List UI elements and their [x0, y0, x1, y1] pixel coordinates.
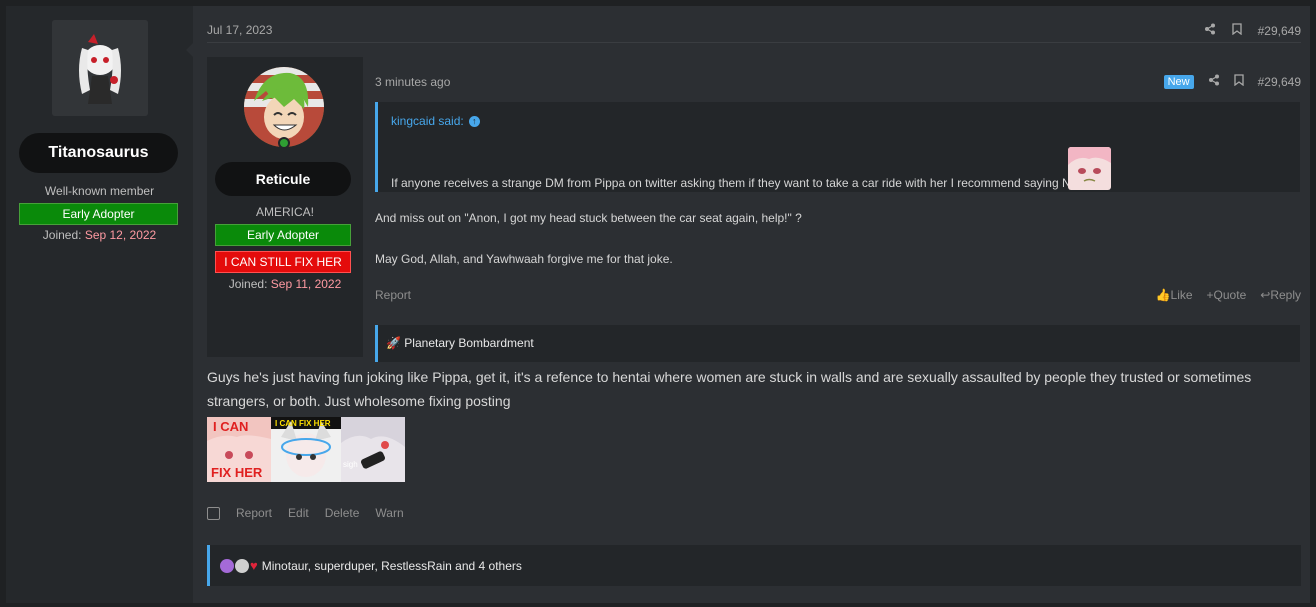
report-link[interactable]: Report	[236, 506, 272, 520]
quote-button[interactable]: +Quote	[1207, 288, 1247, 302]
signature: 🚀 Planetary Bombardment	[375, 325, 1300, 362]
bookmark-icon[interactable]	[1231, 23, 1242, 38]
image-caption: sigh	[343, 460, 358, 469]
joined-info: Joined: Sep 12, 2022	[6, 228, 193, 242]
warn-link[interactable]: Warn	[375, 506, 403, 520]
joined-date: Sep 12, 2022	[84, 228, 157, 242]
embedded-joined-date: Sep 11, 2022	[270, 277, 342, 291]
select-checkbox[interactable]	[207, 506, 220, 520]
reply-label: Reply	[1270, 288, 1301, 302]
like-button[interactable]: 👍Like	[1156, 288, 1193, 302]
share-icon[interactable]	[1208, 74, 1220, 89]
embedded-report-link[interactable]: Report	[375, 288, 411, 302]
reply-button[interactable]: ↩Reply	[1260, 288, 1301, 302]
image-caption: I CAN FIX HER	[275, 419, 331, 428]
embedded-line-1: And miss out on "Anon, I got my head stu…	[375, 211, 802, 225]
joined-label: Joined:	[42, 228, 82, 242]
user-banner-early-adopter: Early Adopter	[19, 203, 178, 225]
user-title: Well-known member	[44, 184, 155, 198]
header-divider	[207, 42, 1301, 43]
embedded-post-number[interactable]: #29,649	[1258, 75, 1301, 89]
missile-icon: 🚀	[386, 336, 401, 350]
edit-link[interactable]: Edit	[288, 506, 309, 520]
embedded-banner-fix-her: I CAN STILL FIX HER	[215, 251, 351, 273]
signature-text: Planetary Bombardment	[404, 336, 534, 350]
image-i-can-fix-her[interactable]: I CAN FIX HER	[207, 417, 271, 482]
embedded-post: Reticule AMERICA! Early Adopter I CAN ST…	[207, 57, 1301, 362]
avatar[interactable]	[52, 20, 148, 116]
post-image-strip[interactable]: I CAN FIX HER I CAN FIX HER sigh	[207, 417, 405, 482]
user-column: Titanosaurus Well-known member Early Ado…	[6, 6, 193, 603]
quote-label: Quote	[1213, 288, 1247, 302]
arrow-up-icon[interactable]: ↑	[468, 115, 480, 127]
image-caption-top: I CAN	[213, 419, 248, 434]
embedded-user-title: AMERICA!	[255, 205, 314, 219]
embedded-time[interactable]: 3 minutes ago	[375, 75, 450, 89]
embedded-banner-early-adopter: Early Adopter	[215, 224, 351, 246]
reaction-avatar-icon	[235, 558, 249, 573]
quote-author-label[interactable]: kingcaid said:	[391, 114, 464, 128]
username[interactable]: Titanosaurus	[19, 133, 178, 173]
embedded-joined-info: Joined: Sep 11, 2022	[207, 277, 363, 291]
image-caption-bottom: FIX HER	[211, 465, 263, 480]
emote-image	[1068, 147, 1111, 190]
post-date[interactable]: Jul 17, 2023	[207, 23, 272, 37]
bookmark-icon[interactable]	[1233, 74, 1244, 89]
image-fix-her-2[interactable]: I CAN FIX HER	[271, 417, 341, 482]
reply-icon: ↩	[1260, 288, 1271, 302]
embedded-username[interactable]: Reticule	[215, 162, 351, 196]
quote-author[interactable]: kingcaid said: ↑	[391, 114, 480, 128]
like-label: Like	[1170, 288, 1193, 302]
embedded-user-column: Reticule AMERICA! Early Adopter I CAN ST…	[207, 57, 363, 357]
embedded-line-2: May God, Allah, and Yawhwaah forgive me …	[375, 252, 673, 266]
quote-text: If anyone receives a strange DM from Pip…	[391, 176, 1081, 190]
quote-block: kingcaid said: ↑ If anyone receives a st…	[375, 102, 1300, 192]
post-number[interactable]: #29,649	[1258, 24, 1301, 38]
reactions-bar[interactable]: ♥ Minotaur, superduper, RestlessRain and…	[207, 545, 1301, 586]
new-badge: New	[1163, 74, 1194, 89]
message: Titanosaurus Well-known member Early Ado…	[6, 6, 1310, 603]
post-actions: Report Edit Delete Warn	[207, 506, 404, 520]
reaction-icons: ♥	[220, 557, 258, 573]
plus-icon: +	[1206, 288, 1214, 302]
post-header-actions: #29,649	[1204, 23, 1301, 38]
reaction-avatar-icon	[220, 558, 234, 573]
online-status-icon	[278, 137, 290, 149]
embedded-header-actions: New #29,649	[1163, 74, 1301, 89]
embedded-body: 3 minutes ago New #29,649 kingcaid said:…	[363, 57, 1301, 362]
post-body-text: Guys he's just having fun joking like Pi…	[207, 369, 1252, 409]
share-icon[interactable]	[1204, 23, 1216, 38]
reactions-text[interactable]: Minotaur, superduper, RestlessRain and 4…	[262, 559, 522, 573]
image-sigh[interactable]: sigh	[341, 417, 405, 482]
delete-link[interactable]: Delete	[325, 506, 360, 520]
message-main: Jul 17, 2023 #29,649 Reticule AMERICA! E…	[193, 6, 1310, 603]
heart-icon: ♥	[250, 557, 258, 573]
embedded-avatar[interactable]	[244, 67, 324, 147]
embedded-joined-label: Joined:	[228, 277, 268, 291]
thumbs-up-icon: 👍	[1155, 288, 1171, 302]
embedded-actions: 👍Like +Quote ↩Reply	[1156, 288, 1301, 302]
